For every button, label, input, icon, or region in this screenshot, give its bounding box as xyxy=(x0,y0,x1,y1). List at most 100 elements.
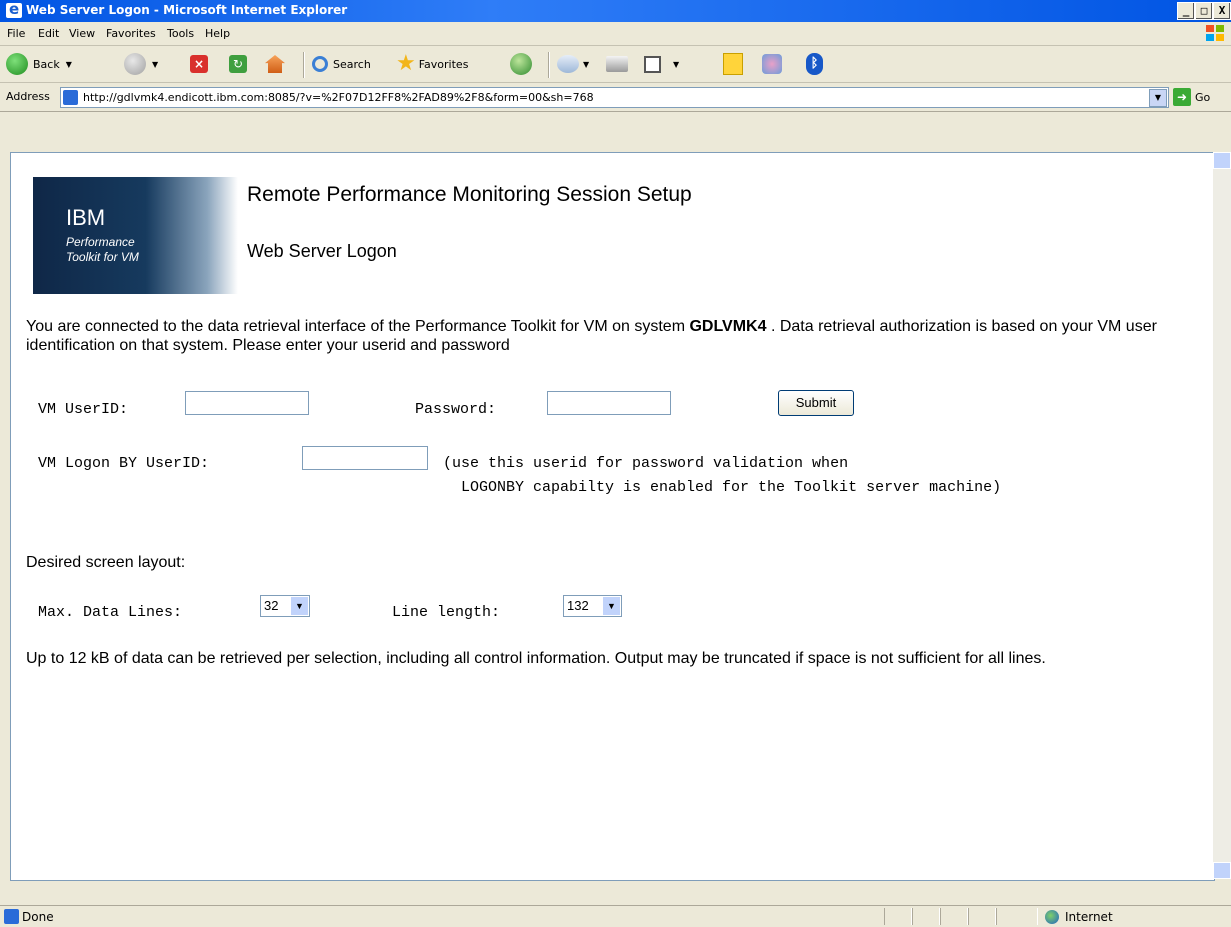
userid-label: VM UserID: xyxy=(38,401,129,418)
home-button[interactable] xyxy=(265,52,285,76)
search-label: Search xyxy=(333,57,371,71)
refresh-icon: ↻ xyxy=(229,55,247,73)
security-zone: Internet xyxy=(1045,910,1113,924)
status-pane xyxy=(996,908,1038,925)
address-url: http://gdlvmk4.endicott.ibm.com:8085/?v=… xyxy=(83,91,594,104)
logo-product-line1: Performance xyxy=(66,235,135,249)
note-icon xyxy=(723,53,743,75)
logonby-note-line2: LOGONBY capabilty is enabled for the Too… xyxy=(461,479,1002,496)
ibm-logo: IBM Performance Toolkit for VM xyxy=(33,177,238,294)
favorites-button[interactable]: ★ Favorites xyxy=(396,52,468,76)
logonby-label: VM Logon BY UserID: xyxy=(38,455,210,472)
go-label: Go xyxy=(1195,90,1211,104)
title-bar: Web Server Logon - Microsoft Internet Ex… xyxy=(0,0,1231,22)
logonby-input[interactable] xyxy=(302,446,428,470)
footer-note: Up to 12 kB of data can be retrieved per… xyxy=(26,650,1046,667)
chevron-down-icon: ▼ xyxy=(65,59,72,69)
globe-icon xyxy=(1045,910,1059,924)
chevron-down-icon[interactable]: ▼ xyxy=(1149,89,1167,107)
address-bar: Address http://gdlvmk4.endicott.ibm.com:… xyxy=(0,83,1231,112)
minimize-button[interactable]: _ xyxy=(1177,2,1195,20)
logo-product-line2: Toolkit for VM xyxy=(66,250,139,264)
max-lines-label: Max. Data Lines: xyxy=(38,604,183,621)
zone-label: Internet xyxy=(1065,910,1113,924)
intro-text: You are connected to the data retrieval … xyxy=(26,317,1196,355)
status-text: Done xyxy=(22,910,54,924)
system-name: GDLVMK4 xyxy=(689,318,767,335)
history-button[interactable] xyxy=(510,52,532,76)
search-icon xyxy=(312,56,328,72)
submit-button[interactable]: Submit xyxy=(778,390,854,416)
scroll-down-button[interactable] xyxy=(1213,862,1231,879)
back-label: Back xyxy=(33,57,60,71)
favorites-label: Favorites xyxy=(418,57,469,71)
vertical-scrollbar[interactable] xyxy=(1213,152,1231,879)
chevron-down-icon: ▼ xyxy=(291,597,308,615)
chevron-down-icon: ▼ xyxy=(673,59,680,69)
menu-tools[interactable]: Tools xyxy=(167,27,194,40)
password-input[interactable] xyxy=(547,391,671,415)
edit-button[interactable]: ▼ xyxy=(644,52,679,76)
back-arrow-icon xyxy=(6,53,28,75)
notes-button[interactable] xyxy=(723,52,743,76)
menu-help[interactable]: Help xyxy=(205,27,230,40)
toolbar-separator xyxy=(303,52,305,78)
menu-bar: File Edit View Favorites Tools Help xyxy=(0,22,1231,46)
logo-brand: IBM xyxy=(66,205,106,230)
intro-before: You are connected to the data retrieval … xyxy=(26,318,690,335)
page-title: Remote Performance Monitoring Session Se… xyxy=(247,183,692,206)
menu-view[interactable]: View xyxy=(69,27,95,40)
layout-heading: Desired screen layout: xyxy=(26,554,186,571)
menu-edit[interactable]: Edit xyxy=(38,27,59,40)
mail-button[interactable]: ▼ xyxy=(557,52,589,76)
star-icon: ★ xyxy=(396,51,416,76)
logonby-note-line1: (use this userid for password validation… xyxy=(443,455,849,472)
userid-input[interactable] xyxy=(185,391,309,415)
search-button[interactable]: Search xyxy=(312,52,371,76)
go-arrow-icon: ➜ xyxy=(1173,88,1191,106)
messenger-button[interactable] xyxy=(762,52,782,76)
back-button[interactable]: Back ▼ xyxy=(6,52,72,76)
page-content: IBM Performance Toolkit for VM Remote Pe… xyxy=(10,152,1215,881)
printer-icon xyxy=(606,56,628,72)
window-title: Web Server Logon - Microsoft Internet Ex… xyxy=(26,3,348,17)
page-icon xyxy=(63,90,78,105)
password-label: Password: xyxy=(415,401,497,418)
scroll-up-button[interactable] xyxy=(1213,152,1231,169)
page-subtitle: Web Server Logon xyxy=(247,241,397,261)
forward-arrow-icon xyxy=(124,53,146,75)
status-bar: Done Internet xyxy=(0,905,1231,927)
line-length-select[interactable]: 132 ▼ xyxy=(563,595,622,617)
menu-file[interactable]: File xyxy=(7,27,25,40)
go-button[interactable]: ➜ Go xyxy=(1173,88,1210,106)
max-lines-select[interactable]: 32 ▼ xyxy=(260,595,310,617)
status-pane xyxy=(884,908,912,925)
address-input[interactable]: http://gdlvmk4.endicott.ibm.com:8085/?v=… xyxy=(60,87,1169,108)
close-button[interactable]: X xyxy=(1213,2,1231,20)
print-button[interactable] xyxy=(606,52,628,76)
ie-app-icon xyxy=(6,0,22,18)
home-icon xyxy=(265,55,285,73)
maximize-button[interactable]: □ xyxy=(1195,2,1213,20)
bluetooth-icon: ᛒ xyxy=(806,53,823,75)
bluetooth-button[interactable]: ᛒ xyxy=(806,52,823,76)
history-icon xyxy=(510,53,532,75)
refresh-button[interactable]: ↻ xyxy=(229,52,247,76)
chevron-down-icon: ▼ xyxy=(603,597,620,615)
edit-page-icon xyxy=(644,55,661,73)
status-pane xyxy=(940,908,968,925)
stop-icon: × xyxy=(190,55,208,73)
forward-button[interactable]: ▼ xyxy=(124,52,158,76)
toolbar-separator xyxy=(548,52,550,78)
page-done-icon xyxy=(4,909,19,924)
windows-logo-icon xyxy=(1206,25,1224,41)
mail-icon xyxy=(557,55,579,73)
line-length-value: 132 xyxy=(567,598,589,613)
status-pane xyxy=(968,908,996,925)
chevron-down-icon: ▼ xyxy=(583,59,590,69)
menu-favorites[interactable]: Favorites xyxy=(106,27,156,40)
max-lines-value: 32 xyxy=(264,598,279,613)
stop-button[interactable]: × xyxy=(190,52,208,76)
address-label: Address xyxy=(6,90,50,103)
chevron-down-icon: ▼ xyxy=(152,59,159,69)
